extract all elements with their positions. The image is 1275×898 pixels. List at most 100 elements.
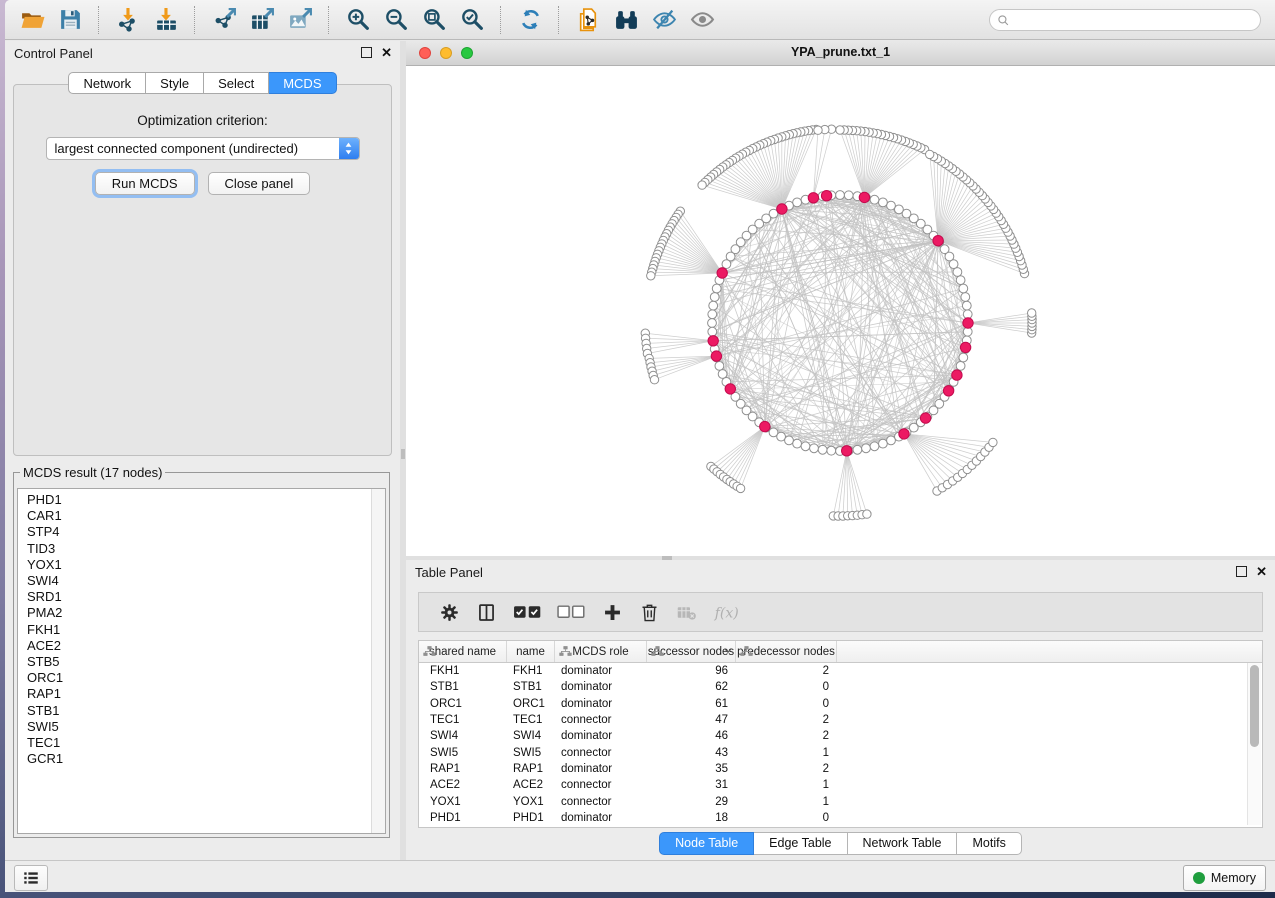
table-row[interactable]: TEC1TEC1connector472 [419, 712, 1262, 728]
result-list-item[interactable]: TEC1 [27, 735, 385, 751]
table-row[interactable]: SWI5SWI5connector431 [419, 744, 1262, 760]
result-list-item[interactable]: SWI5 [27, 719, 385, 735]
table-scrollbar[interactable] [1247, 663, 1261, 825]
toolbar-separator [558, 6, 560, 34]
result-list-item[interactable]: ORC1 [27, 670, 385, 686]
tab-select[interactable]: Select [204, 72, 269, 94]
result-list-item[interactable]: PHD1 [27, 492, 385, 508]
zoom-selected-icon[interactable] [457, 5, 487, 35]
mcds-result-list[interactable]: PHD1CAR1STP4TID3YOX1SWI4SRD1PMA2FKH1ACE2… [17, 488, 386, 834]
table-row[interactable]: PHD1PHD1dominator180 [419, 810, 1262, 826]
mcds-tab-panel: Optimization criterion: largest connecte… [13, 84, 392, 456]
table-row[interactable]: ACE2ACE2connector311 [419, 777, 1262, 793]
tab-style[interactable]: Style [146, 72, 204, 94]
result-list-item[interactable]: STB1 [27, 703, 385, 719]
cell-predecessor-nodes: 2 [736, 665, 837, 677]
result-list-item[interactable]: STB5 [27, 654, 385, 670]
new-network-from-selection-icon[interactable] [573, 5, 603, 35]
zoom-fit-icon[interactable] [419, 5, 449, 35]
result-list-item[interactable]: CAR1 [27, 508, 385, 524]
column-label: shared name [429, 646, 496, 658]
table-row[interactable]: YOX1YOX1connector291 [419, 793, 1262, 809]
table-scrollbar-thumb[interactable] [1250, 665, 1259, 747]
network-window-titlebar[interactable]: YPA_prune.txt_1 [406, 41, 1275, 66]
close-table-panel-icon[interactable]: ✕ [1256, 566, 1267, 577]
column-header-mcds-role[interactable]: MCDS role [555, 641, 647, 662]
mcds-result-group: MCDS result (17 nodes) PHD1CAR1STP4TID3Y… [13, 465, 390, 838]
column-header-successor-nodes[interactable]: successor nodes [647, 641, 736, 662]
close-panel-button[interactable]: Close panel [208, 172, 311, 195]
result-list-item[interactable]: GCR1 [27, 751, 385, 767]
search-input[interactable] [1014, 10, 1260, 30]
add-column-icon[interactable] [602, 602, 623, 623]
sort-chevron-down-icon[interactable] [724, 648, 732, 654]
delete-column-icon[interactable] [639, 602, 660, 623]
refresh-icon[interactable] [515, 5, 545, 35]
task-history-button[interactable] [14, 865, 48, 891]
cell-predecessor-nodes: 0 [736, 698, 837, 710]
show-all-icon[interactable] [687, 5, 717, 35]
hide-selected-icon[interactable] [649, 5, 679, 35]
network-window-title: YPA_prune.txt_1 [406, 45, 1275, 59]
table-row[interactable]: RAP1RAP1dominator352 [419, 761, 1262, 777]
column-header-shared-name[interactable]: shared name [419, 641, 507, 662]
cell-name: ORC1 [507, 698, 555, 710]
toolbar-separator [328, 6, 330, 34]
tab-mcds[interactable]: MCDS [269, 72, 336, 94]
table-row[interactable]: SWI4SWI4dominator462 [419, 728, 1262, 744]
result-list-item[interactable]: YOX1 [27, 557, 385, 573]
application-window: Control Panel ✕ NetworkStyleSelectMCDS O… [5, 0, 1275, 892]
network-search-box[interactable] [989, 9, 1261, 31]
export-image-icon[interactable] [285, 5, 315, 35]
search-network-icon[interactable] [611, 5, 641, 35]
criterion-dropdown[interactable]: largest connected component (undirected) [46, 137, 360, 160]
result-list-item[interactable]: SRD1 [27, 589, 385, 605]
column-header-predecessor-nodes[interactable]: predecessor nodes [736, 641, 837, 662]
select-all-rows-icon[interactable] [513, 602, 541, 623]
save-session-icon[interactable] [55, 5, 85, 35]
result-list-item[interactable]: SWI4 [27, 573, 385, 589]
table-tabs: Node TableEdge TableNetwork TableMotifs [406, 832, 1275, 855]
control-tabs: NetworkStyleSelectMCDS [5, 72, 400, 94]
memory-label: Memory [1211, 871, 1256, 885]
tab-motifs[interactable]: Motifs [957, 832, 1021, 855]
float-table-panel-icon[interactable] [1236, 566, 1247, 577]
run-mcds-button[interactable]: Run MCDS [95, 172, 195, 195]
column-header-name[interactable]: name [507, 641, 555, 662]
node-table: shared name nameMCDS rolesuccessor nodesp… [418, 640, 1263, 828]
cell-name: YOX1 [507, 796, 555, 808]
table-row[interactable]: STB1STB1dominator620 [419, 679, 1262, 695]
memory-button[interactable]: Memory [1183, 865, 1266, 891]
result-list-item[interactable]: FKH1 [27, 622, 385, 638]
deselect-all-rows-icon[interactable] [557, 602, 585, 623]
open-file-icon[interactable] [17, 5, 47, 35]
zoom-out-icon[interactable] [381, 5, 411, 35]
result-list-item[interactable]: PMA2 [27, 605, 385, 621]
tab-network-table[interactable]: Network Table [848, 832, 958, 855]
close-panel-icon[interactable]: ✕ [381, 47, 392, 58]
import-table-icon[interactable] [151, 5, 181, 35]
export-network-icon[interactable] [209, 5, 239, 35]
tab-network[interactable]: Network [68, 72, 146, 94]
result-list-item[interactable]: STP4 [27, 524, 385, 540]
table-row[interactable]: ORC1ORC1dominator610 [419, 696, 1262, 712]
result-list-item[interactable]: RAP1 [27, 686, 385, 702]
result-list-item[interactable]: TID3 [27, 541, 385, 557]
tab-node-table[interactable]: Node Table [659, 832, 754, 855]
table-gear-icon[interactable] [439, 602, 460, 623]
dropdown-stepper-icon[interactable] [339, 138, 359, 159]
network-canvas[interactable] [406, 66, 1275, 556]
import-network-icon[interactable] [113, 5, 143, 35]
zoom-in-icon[interactable] [343, 5, 373, 35]
result-list-scrollbar[interactable] [371, 489, 385, 833]
export-table-icon[interactable] [247, 5, 277, 35]
toggle-column-icon[interactable] [476, 602, 497, 623]
float-panel-icon[interactable] [361, 47, 372, 58]
network-graph[interactable] [406, 66, 1275, 556]
tab-edge-table[interactable]: Edge Table [754, 832, 847, 855]
result-list-item[interactable]: ACE2 [27, 638, 385, 654]
cell-shared-name: ORC1 [419, 698, 507, 710]
table-row[interactable]: FKH1FKH1dominator962 [419, 663, 1262, 679]
toolbar-separator [500, 6, 502, 34]
cell-name: SWI5 [507, 747, 555, 759]
